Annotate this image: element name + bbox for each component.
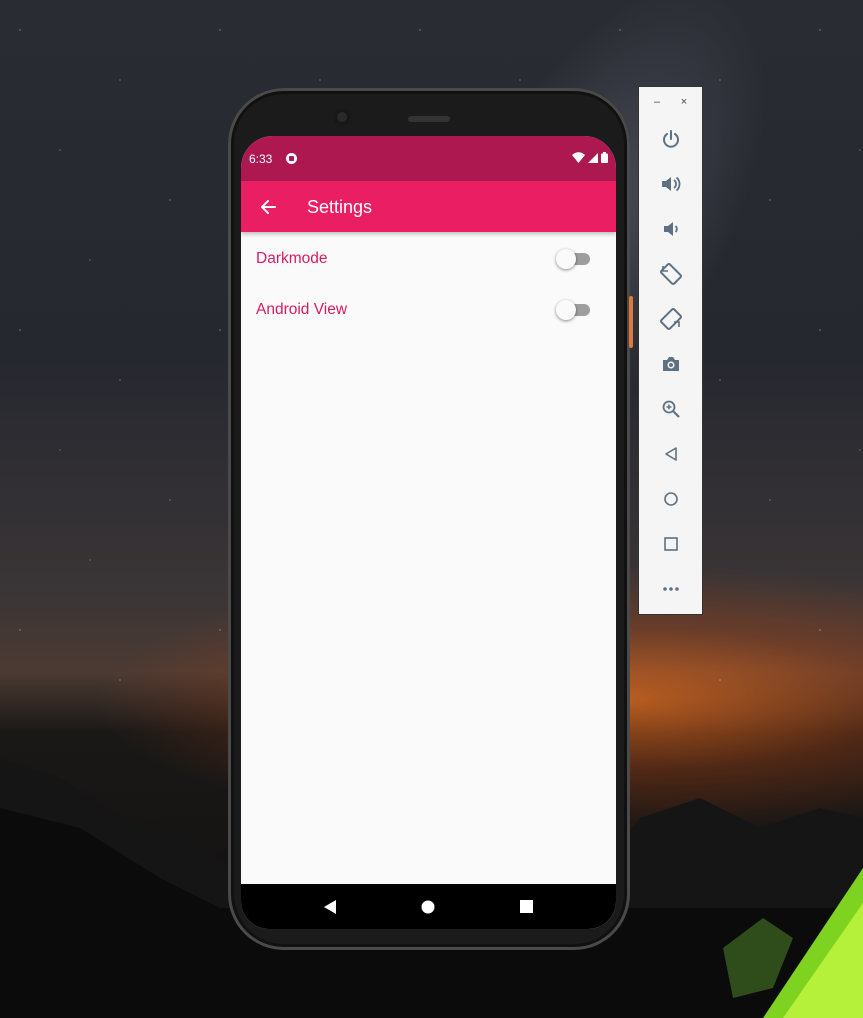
nav-recents-button[interactable] <box>512 892 542 922</box>
status-bar: 6:33 <box>241 136 616 181</box>
volume-up-icon <box>662 176 681 192</box>
volume-down-button[interactable] <box>657 215 685 243</box>
home-circle-icon <box>421 900 435 913</box>
camera-icon <box>663 357 679 371</box>
setting-label-android-view: Android View <box>256 301 348 318</box>
front-camera <box>333 108 351 126</box>
volume-up-button[interactable] <box>657 170 685 198</box>
setting-row-darkmode: Darkmode <box>241 234 616 285</box>
nav-home-button[interactable] <box>413 892 443 922</box>
rotate-right-button[interactable] <box>657 305 685 333</box>
minimize-button[interactable]: – <box>650 95 664 109</box>
back-triangle-icon <box>324 899 337 914</box>
android-view-switch[interactable] <box>556 300 590 320</box>
battery-icon <box>601 152 608 163</box>
page-title: Settings <box>307 197 373 217</box>
recents-square-icon <box>520 900 534 913</box>
app-bar: Settings <box>241 181 616 232</box>
emulator-back-button[interactable] <box>657 440 685 468</box>
status-icons <box>572 152 608 163</box>
screenshot-button[interactable] <box>657 350 685 378</box>
navigation-bar <box>241 884 616 929</box>
cell-signal-icon <box>588 152 598 163</box>
setting-label-darkmode: Darkmode <box>256 250 328 267</box>
notification-app-icon <box>286 153 297 164</box>
darkmode-switch[interactable] <box>556 249 590 269</box>
phone-device: 6:33 Settings Darkmode Android View <box>228 88 633 950</box>
arrow-left-icon <box>261 200 276 214</box>
power-side-button[interactable] <box>629 296 633 348</box>
rotate-left-icon <box>660 263 682 285</box>
power-icon <box>663 130 679 148</box>
setting-row-android-view: Android View <box>241 285 616 336</box>
back-arrow-button[interactable] <box>255 194 281 220</box>
switch-thumb <box>556 300 576 320</box>
nav-back-button[interactable] <box>315 892 345 922</box>
emulator-overview-button[interactable] <box>657 530 685 558</box>
background-tent <box>723 868 863 1018</box>
zoom-icon <box>662 400 680 418</box>
earpiece-speaker <box>408 116 450 122</box>
rotate-right-icon <box>660 308 682 330</box>
settings-list: Darkmode Android View <box>241 232 616 336</box>
close-button[interactable]: × <box>677 95 691 109</box>
emulator-toolbar: – × <box>638 86 703 615</box>
zoom-button[interactable] <box>657 395 685 423</box>
more-options-button[interactable] <box>657 575 685 603</box>
phone-screen: 6:33 Settings Darkmode Android View <box>241 136 616 929</box>
home-icon <box>664 492 678 506</box>
overview-icon <box>664 537 678 551</box>
volume-down-icon <box>664 222 678 236</box>
back-icon <box>665 447 677 461</box>
power-button[interactable] <box>657 125 685 153</box>
status-time: 6:33 <box>249 152 273 166</box>
switch-thumb <box>556 249 576 269</box>
rotate-left-button[interactable] <box>657 260 685 288</box>
emulator-window-controls: – × <box>639 87 702 121</box>
emulator-home-button[interactable] <box>657 485 685 513</box>
more-icon <box>663 587 679 591</box>
wifi-icon <box>572 152 585 163</box>
